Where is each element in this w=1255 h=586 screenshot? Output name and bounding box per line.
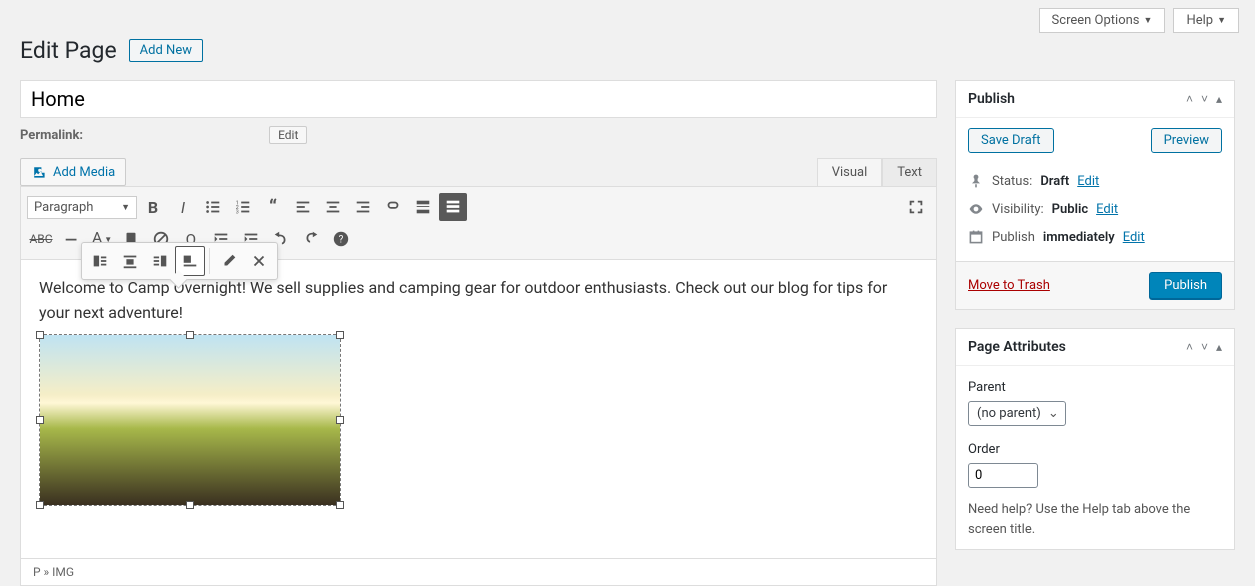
align-left-button[interactable] [289, 193, 317, 221]
add-media-button[interactable]: Add Media [20, 158, 126, 186]
permalink-edit-button[interactable]: Edit [269, 126, 307, 144]
img-align-left-button[interactable] [85, 246, 115, 276]
svg-text:?: ? [339, 235, 344, 246]
page-title-input[interactable] [20, 80, 937, 118]
fullscreen-button[interactable] [902, 193, 930, 221]
calendar-icon [968, 229, 984, 245]
publish-button[interactable]: Publish [1149, 272, 1222, 299]
order-input[interactable] [968, 463, 1038, 488]
img-align-right-button[interactable] [145, 246, 175, 276]
read-more-button[interactable] [409, 193, 437, 221]
tab-text[interactable]: Text [882, 158, 937, 186]
img-align-center-button[interactable] [115, 246, 145, 276]
panel-toggle-icon[interactable]: ▴ [1216, 340, 1222, 354]
publish-title: Publish [968, 91, 1015, 107]
selected-image[interactable] [39, 334, 341, 506]
numbered-list-button[interactable]: 123 [229, 193, 257, 221]
blockquote-button[interactable]: “ [259, 193, 287, 221]
visibility-icon [968, 201, 984, 217]
save-draft-button[interactable]: Save Draft [968, 128, 1054, 153]
content-image [40, 335, 340, 505]
body-text: Welcome to Camp Overnight! We sell suppl… [39, 278, 887, 322]
keyboard-help-button[interactable]: ? [327, 225, 355, 253]
page-title: Edit Page [20, 37, 117, 64]
align-center-button[interactable] [319, 193, 347, 221]
order-label: Order [968, 442, 1222, 457]
status-edit-link[interactable]: Edit [1077, 174, 1099, 189]
bold-button[interactable]: B [139, 193, 167, 221]
help-button[interactable]: Help ▼ [1173, 8, 1239, 33]
img-remove-button[interactable] [244, 246, 274, 276]
visibility-edit-link[interactable]: Edit [1096, 202, 1118, 217]
align-right-button[interactable] [349, 193, 377, 221]
page-attributes-panel: Page Attributes ˄ ˅ ▴ Parent (no parent) O… [955, 328, 1235, 550]
toolbar-toggle-button[interactable] [439, 193, 467, 221]
attributes-help-text: Need help? Use the Help tab above the sc… [968, 500, 1222, 539]
screen-options-button[interactable]: Screen Options ▼ [1039, 8, 1166, 33]
panel-toggle-icon[interactable]: ▴ [1216, 92, 1222, 106]
media-icon [31, 164, 47, 180]
strikethrough-button[interactable]: ABC [27, 225, 55, 253]
publish-panel: Publish ˄˅▴ Save Draft Preview Status: D… [955, 80, 1235, 310]
tab-visual[interactable]: Visual [817, 158, 883, 186]
editor-content[interactable]: Welcome to Camp Overnight! We sell suppl… [20, 259, 937, 559]
panel-down-icon[interactable]: ˅ [1201, 340, 1208, 354]
add-new-button[interactable]: Add New [129, 39, 203, 62]
schedule-edit-link[interactable]: Edit [1123, 230, 1145, 245]
editor-status-bar: P » IMG [20, 559, 937, 586]
svg-text:3: 3 [236, 209, 239, 215]
img-align-none-button[interactable] [175, 246, 205, 276]
pin-icon [968, 173, 984, 189]
panel-down-icon[interactable]: ˅ [1201, 92, 1208, 106]
italic-button[interactable]: I [169, 193, 197, 221]
parent-select[interactable]: (no parent) [968, 401, 1066, 426]
preview-button[interactable]: Preview [1151, 128, 1222, 153]
move-to-trash-link[interactable]: Move to Trash [968, 278, 1050, 293]
attributes-title: Page Attributes [968, 339, 1066, 355]
panel-up-icon[interactable]: ˄ [1186, 340, 1193, 354]
permalink-label: Permalink: [20, 128, 83, 143]
chevron-down-icon: ▼ [1144, 15, 1153, 26]
chevron-down-icon: ▼ [1217, 15, 1226, 26]
panel-up-icon[interactable]: ˄ [1186, 92, 1193, 106]
image-edit-toolbar [81, 242, 278, 280]
parent-label: Parent [968, 380, 1222, 395]
bullet-list-button[interactable] [199, 193, 227, 221]
format-select[interactable]: Paragraph▼ [27, 196, 137, 219]
redo-button[interactable] [297, 225, 325, 253]
link-button[interactable] [379, 193, 407, 221]
img-edit-button[interactable] [214, 246, 244, 276]
